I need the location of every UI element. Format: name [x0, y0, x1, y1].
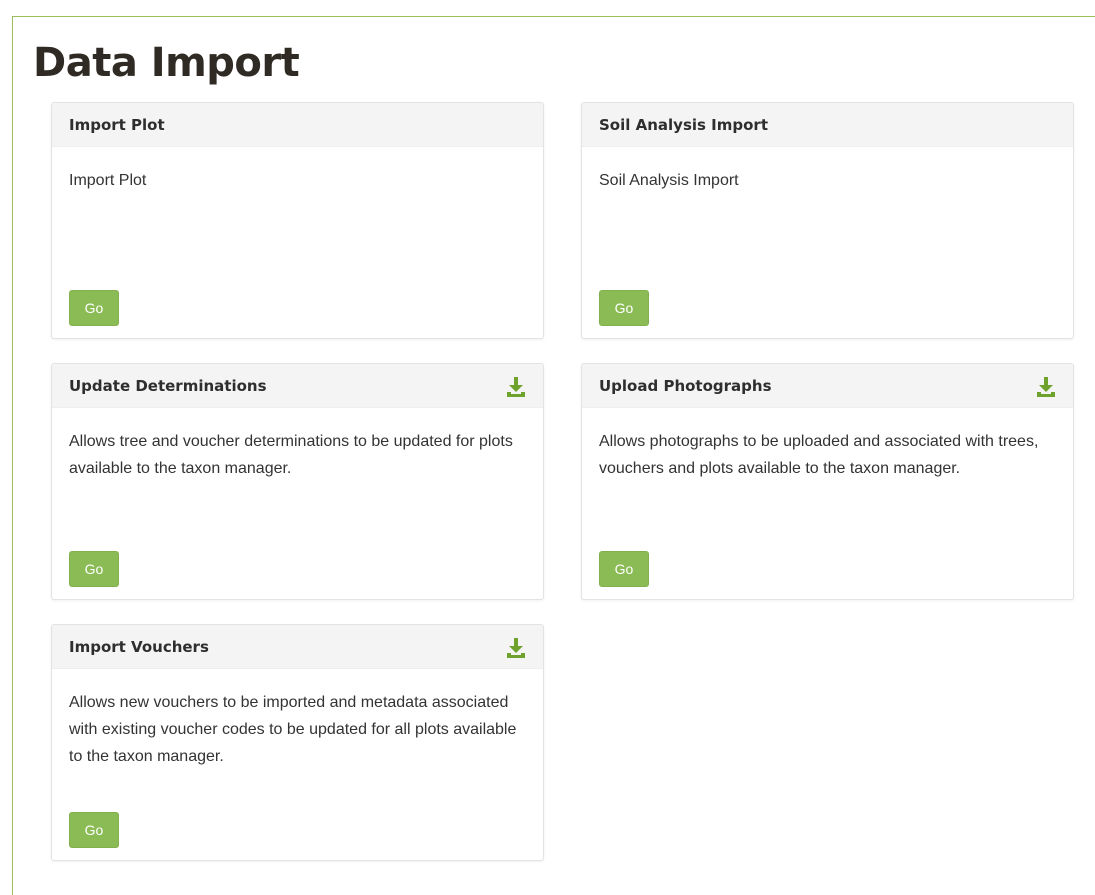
card-header: Update Determinations [52, 364, 543, 408]
card-title: Upload Photographs [599, 377, 772, 395]
card-upload-photographs: Upload Photographs Allows photographs to… [581, 363, 1074, 600]
card-description: Allows tree and voucher determinations t… [69, 433, 513, 477]
card-update-determinations: Update Determinations Allows tree and vo… [51, 363, 544, 600]
card-header: Import Plot [52, 103, 543, 147]
card-title: Import Plot [69, 116, 165, 134]
card-title: Import Vouchers [69, 638, 209, 656]
card-description: Allows new vouchers to be imported and m… [69, 694, 517, 765]
go-button-soil-analysis-import[interactable]: Go [599, 290, 649, 326]
card-description: Import Plot [69, 172, 147, 189]
card-title: Update Determinations [69, 377, 267, 395]
download-icon[interactable] [505, 376, 527, 398]
card-soil-analysis-import: Soil Analysis Import Soil Analysis Impor… [581, 102, 1074, 339]
card-import-vouchers: Import Vouchers Allows new vouchers to b… [51, 624, 544, 861]
download-icon[interactable] [1035, 376, 1057, 398]
go-button-upload-photographs[interactable]: Go [599, 551, 649, 587]
go-button-import-plot[interactable]: Go [69, 290, 119, 326]
card-header: Upload Photographs [582, 364, 1073, 408]
card-import-plot: Import Plot Import Plot Go [51, 102, 544, 339]
card-description: Soil Analysis Import [599, 172, 739, 189]
page-frame: Data Import Import Plot Import Plot Go S… [12, 16, 1095, 895]
go-button-import-vouchers[interactable]: Go [69, 812, 119, 848]
card-header: Soil Analysis Import [582, 103, 1073, 147]
page-title: Data Import [33, 40, 300, 86]
download-icon[interactable] [505, 637, 527, 659]
card-description: Allows photographs to be uploaded and as… [599, 433, 1039, 477]
go-button-update-determinations[interactable]: Go [69, 551, 119, 587]
card-header: Import Vouchers [52, 625, 543, 669]
card-title: Soil Analysis Import [599, 116, 768, 134]
